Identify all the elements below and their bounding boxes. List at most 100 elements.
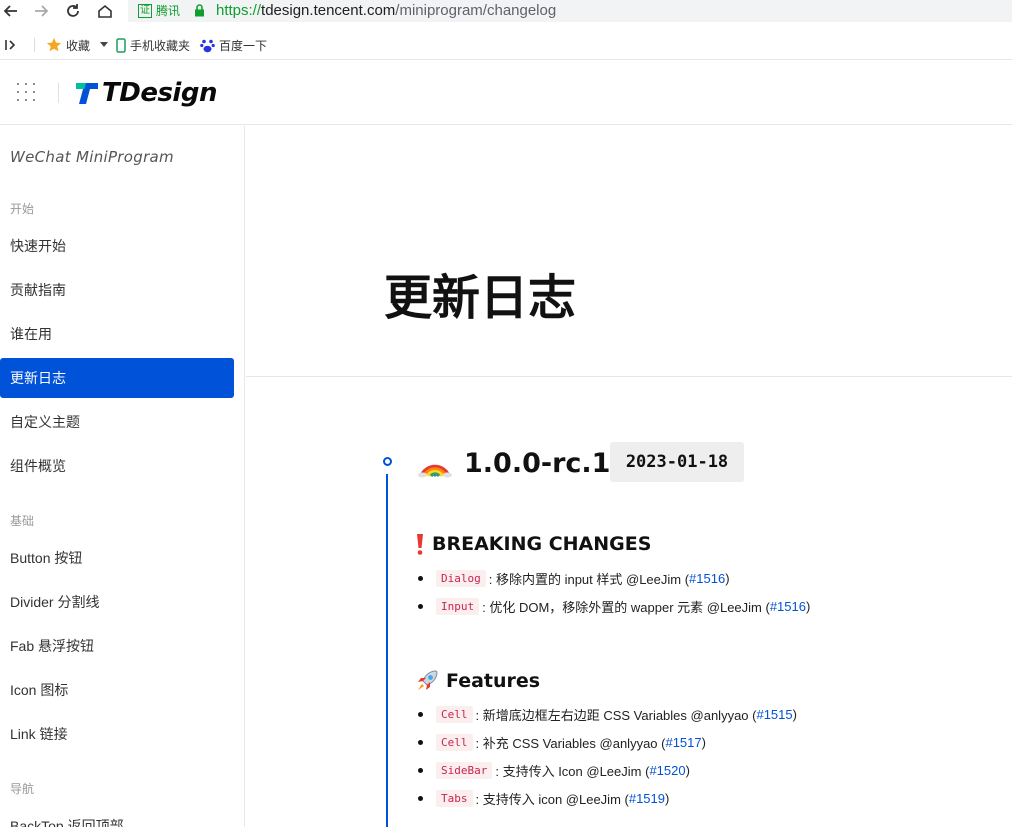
list-item: Dialog : 移除内置的 input 样式 @LeeJim (#1516) xyxy=(418,567,730,589)
sidebar-item-divider[interactable]: Divider 分割线 xyxy=(0,582,234,622)
sidebar-group-navigation: 导航 xyxy=(10,782,35,796)
bookmark-label: 百度一下 xyxy=(219,38,268,53)
change-text: : 移除内置的 input 样式 @LeeJim ( xyxy=(488,571,690,587)
lock-icon xyxy=(195,4,204,17)
sidebar-item-changelog[interactable]: 更新日志 xyxy=(0,358,234,398)
bullet xyxy=(418,711,423,717)
paren-close: ) xyxy=(701,734,706,750)
url-host: tdesign.tencent.com xyxy=(261,2,396,19)
phone-icon xyxy=(116,37,126,53)
bookmarks-divider xyxy=(34,38,35,52)
pr-link[interactable]: #1516 xyxy=(689,571,725,586)
sidebar-group-start: 开始 xyxy=(10,202,35,216)
component-tag: Dialog xyxy=(436,569,486,587)
change-text: : 补充 CSS Variables @anlyyao ( xyxy=(475,735,666,751)
back-arrow-icon[interactable] xyxy=(0,0,22,22)
star-icon xyxy=(46,38,62,52)
change-text: : 优化 DOM，移除外置的 wapper 元素 @LeeJim ( xyxy=(482,599,770,615)
list-item: Tabs : 支持传入 icon @LeeJim (#1519) xyxy=(418,787,669,809)
list-item: Input : 优化 DOM，移除外置的 wapper 元素 @LeeJim (… xyxy=(418,595,810,617)
timeline-dot xyxy=(383,457,392,466)
component-tag: Tabs xyxy=(436,789,473,807)
bookmark-mobile[interactable]: 手机收藏夹 xyxy=(116,30,190,60)
component-tag: Cell xyxy=(436,705,473,723)
release-heading: 1.0.0-rc.1 xyxy=(418,444,610,482)
sidebar-item-contributing[interactable]: 贡献指南 xyxy=(0,270,234,310)
forward-arrow-icon[interactable] xyxy=(30,0,52,22)
bullet xyxy=(418,795,423,801)
reload-icon[interactable] xyxy=(62,0,84,22)
pr-link[interactable]: #1516 xyxy=(770,599,806,614)
paren-close: ) xyxy=(805,598,811,614)
pr-link[interactable]: #1520 xyxy=(649,763,685,778)
bullet xyxy=(418,739,423,745)
sidebar-item-quick-start[interactable]: 快速开始 xyxy=(0,226,234,266)
section-heading: BREAKING CHANGES xyxy=(432,533,652,555)
tdesign-logo-mark-icon xyxy=(76,83,98,104)
cert-badge[interactable]: 证 腾讯 xyxy=(138,2,180,19)
sidebar-group-basic: 基础 xyxy=(10,514,35,528)
release-date-badge: 2023-01-18 xyxy=(610,442,744,482)
sidebar-toggle-icon[interactable] xyxy=(4,30,22,60)
rainbow-icon xyxy=(418,464,452,478)
cert-name: 腾讯 xyxy=(156,4,181,18)
bullet xyxy=(418,575,423,581)
logo-text: TDesign xyxy=(102,78,217,108)
sidebar: WeChat MiniProgram 开始 快速开始 贡献指南 谁在用 更新日志… xyxy=(0,126,245,827)
sidebar-title: WeChat MiniProgram xyxy=(10,148,174,166)
bullet xyxy=(418,603,423,609)
caret-down-icon[interactable] xyxy=(100,42,109,48)
component-tag: SideBar xyxy=(436,761,493,779)
bookmark-label: 收藏 xyxy=(66,38,91,53)
address-bar[interactable]: 证 腾讯 https://tdesign.tencent.com/minipro… xyxy=(128,0,1012,22)
browser-toolbar: 证 腾讯 https://tdesign.tencent.com/minipro… xyxy=(0,0,1012,24)
paren-close: ) xyxy=(725,570,730,586)
sidebar-item-link[interactable]: Link 链接 xyxy=(0,714,234,754)
apps-grid-icon[interactable] xyxy=(16,82,36,102)
change-text: : 新增底边框左右边距 CSS Variables @anlyyao ( xyxy=(475,707,757,723)
sidebar-item-icon[interactable]: Icon 图标 xyxy=(0,670,234,710)
paren-close: ) xyxy=(792,706,797,722)
cert-icon: 证 xyxy=(138,3,152,18)
sidebar-item-who-uses[interactable]: 谁在用 xyxy=(0,314,234,354)
bullet xyxy=(418,767,423,773)
url-text[interactable]: https://tdesign.tencent.com/miniprogram/… xyxy=(216,2,556,19)
release-version: 1.0.0-rc.1 xyxy=(464,447,611,479)
bookmark-label: 手机收藏夹 xyxy=(130,38,191,53)
site-header: TDesign xyxy=(0,61,1012,125)
pr-link[interactable]: #1517 xyxy=(665,735,701,750)
timeline-line xyxy=(386,474,388,827)
pr-link[interactable]: #1515 xyxy=(756,707,792,722)
paren-close: ) xyxy=(665,790,670,806)
page-title: 更新日志 xyxy=(384,270,577,326)
url-path: /miniprogram/changelog xyxy=(395,2,557,19)
sidebar-item-overview[interactable]: 组件概览 xyxy=(0,446,234,486)
sidebar-item-button[interactable]: Button 按钮 xyxy=(0,538,234,578)
sidebar-item-backtop[interactable]: BackTop 返回顶部 xyxy=(0,806,234,827)
sidebar-item-custom-theme[interactable]: 自定义主题 xyxy=(0,402,234,442)
section-heading: Features xyxy=(446,670,541,692)
exclamation-icon xyxy=(414,532,426,556)
bookmark-baidu[interactable]: 百度一下 xyxy=(200,30,267,60)
header-divider xyxy=(58,83,59,103)
bookmarks-bar: 收藏 手机收藏夹 百度一下 xyxy=(0,30,1012,60)
title-divider xyxy=(246,376,1012,377)
list-item: SideBar : 支持传入 Icon @LeeJim (#1520) xyxy=(418,759,690,781)
list-item: Cell : 新增底边框左右边距 CSS Variables @anlyyao … xyxy=(418,703,797,725)
home-icon[interactable] xyxy=(94,0,116,22)
sidebar-item-fab[interactable]: Fab 悬浮按钮 xyxy=(0,626,234,666)
rocket-icon xyxy=(414,668,440,694)
tdesign-logo[interactable]: TDesign xyxy=(74,75,217,111)
pr-link[interactable]: #1519 xyxy=(629,791,665,806)
change-text: : 支持传入 icon @LeeJim ( xyxy=(475,791,629,807)
section-breaking-changes: BREAKING CHANGES xyxy=(414,532,651,556)
bookmark-favorites[interactable]: 收藏 xyxy=(46,30,112,60)
baidu-paw-icon xyxy=(200,39,215,52)
section-features: Features xyxy=(414,668,540,694)
change-text: : 支持传入 Icon @LeeJim ( xyxy=(495,763,650,779)
component-tag: Input xyxy=(436,597,480,615)
list-item: Cell : 补充 CSS Variables @anlyyao (#1517) xyxy=(418,731,706,753)
component-tag: Cell xyxy=(436,733,473,751)
paren-close: ) xyxy=(685,762,690,778)
url-scheme: https:// xyxy=(216,2,262,19)
